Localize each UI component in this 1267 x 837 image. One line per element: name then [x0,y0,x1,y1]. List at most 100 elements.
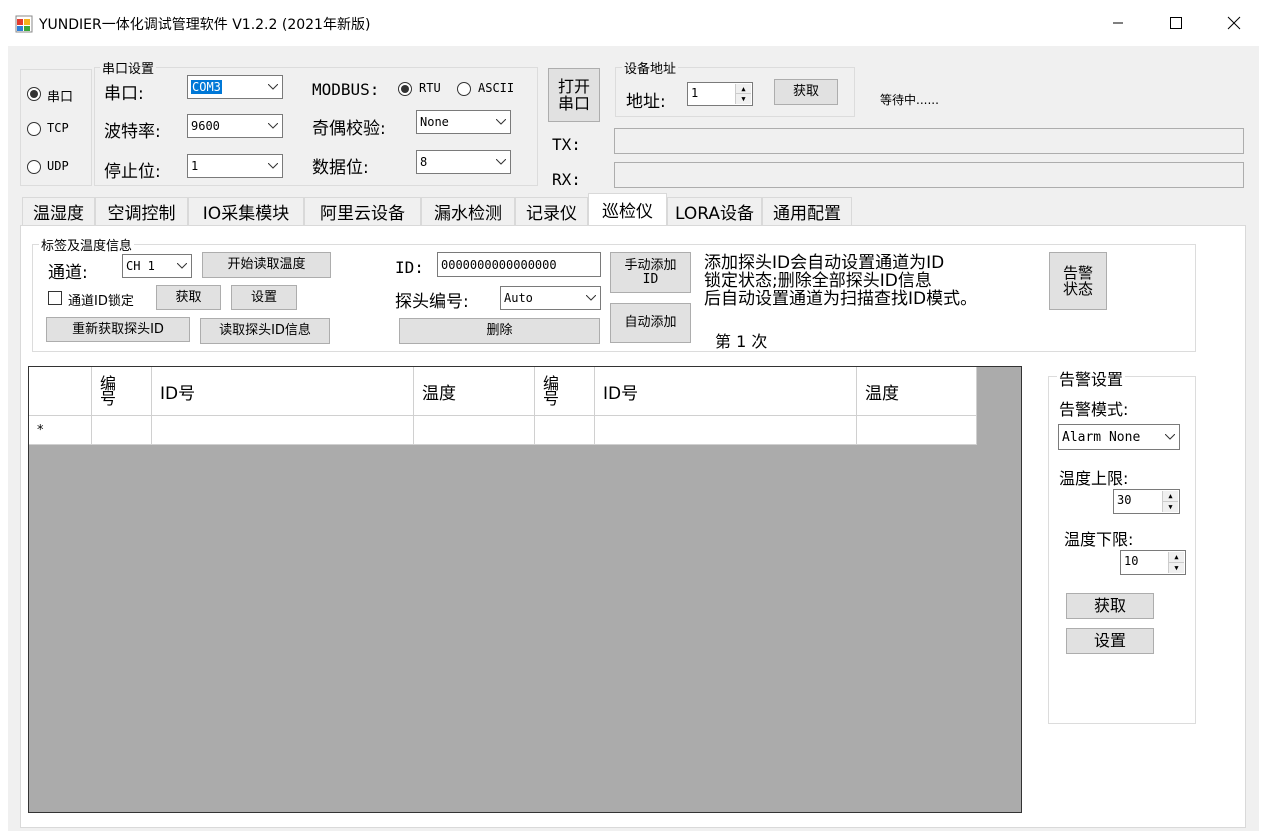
baud-label: 波特率: [104,122,161,142]
spin-down-icon[interactable]: ▼ [736,94,751,104]
manual-add-line1: 手动添加 [624,257,677,273]
app-icon [15,15,33,33]
modbus-label: MODBUS: [312,80,380,99]
tab-general-config[interactable]: 通用配置 [762,197,852,225]
new-row-cell[interactable] [535,416,595,445]
col-header-no-2[interactable]: 编号 [535,367,595,416]
id-input[interactable]: 0000000000000000 [437,252,601,277]
hint-text: 添加探头ID会自动设置通道为ID 锁定状态;删除全部探头ID信息 后自动设置通道… [704,254,977,308]
device-address-title: 设备地址 [622,58,679,77]
radio-ascii[interactable] [457,82,471,96]
reacquire-probe-id-button[interactable]: 重新获取探头ID [46,317,190,342]
tx-label: TX: [552,135,581,154]
spin-up-icon[interactable]: ▲ [736,84,751,94]
new-row-cell[interactable] [595,416,857,445]
rx-label: RX: [552,170,581,189]
new-row-cell[interactable] [152,416,414,445]
alarm-status-button[interactable]: 告警 状态 [1049,252,1107,310]
radio-serial-label: 串口 [47,90,74,105]
tag-temp-title: 标签及温度信息 [39,235,135,254]
baud-value: 9600 [191,119,220,133]
port-label: 串口: [104,84,144,104]
port-combo[interactable]: COM3 [187,75,283,99]
channel-combo[interactable]: CH 1 [122,254,192,278]
channel-get-button[interactable]: 获取 [156,285,221,310]
tab-io-module[interactable]: IO采集模块 [188,197,304,225]
alarm-settings-title: 告警设置 [1057,366,1126,390]
radio-rtu-label: RTU [419,81,441,95]
tab-recorder[interactable]: 记录仪 [515,197,588,225]
delete-button[interactable]: 删除 [399,318,600,344]
temp-upper-value: 30 [1117,493,1132,507]
open-port-button[interactable]: 打开 串口 [548,68,600,122]
tab-ac-control[interactable]: 空调控制 [95,197,188,225]
radio-udp[interactable] [27,160,41,174]
tab-leak-detection[interactable]: 漏水检测 [421,197,515,225]
manual-add-line2: ID [642,271,659,287]
radio-serial[interactable] [27,87,41,101]
manual-add-id-button[interactable]: 手动添加 ID [610,252,691,293]
radio-tcp-label: TCP [47,121,69,135]
col-header-id-1[interactable]: ID号 [152,367,414,416]
address-label: 地址: [626,92,666,112]
alarm-status-line1: 告警 [1062,264,1093,282]
alarm-mode-combo[interactable]: Alarm None [1058,424,1180,450]
baud-combo[interactable]: 9600 [187,114,283,138]
alarm-set-button[interactable]: 设置 [1066,628,1154,654]
radio-rtu[interactable] [398,82,412,96]
spin-up-icon[interactable]: ▲ [1163,491,1178,502]
tx-field[interactable] [614,128,1244,154]
temp-lower-value: 10 [1124,554,1139,568]
port-value: COM3 [191,80,222,94]
temp-upper-spinner[interactable]: 30 ▲ ▼ [1113,489,1180,514]
open-port-line1: 打开 [557,77,590,96]
spin-down-icon[interactable]: ▼ [1163,502,1178,513]
maximize-icon[interactable] [1147,0,1205,46]
address-spinner[interactable]: 1 ▲ ▼ [687,82,753,106]
temp-lower-label: 温度下限: [1064,530,1134,549]
close-icon[interactable] [1205,0,1263,46]
chevron-down-icon [173,255,191,277]
status-text: 等待中...... [880,93,939,107]
col-header-no-1[interactable]: 编号 [92,367,152,416]
new-row-cell[interactable] [92,416,152,445]
col-header-temp-1[interactable]: 温度 [414,367,535,416]
id-label: ID: [395,258,424,277]
tab-aliyun-device[interactable]: 阿里云设备 [304,197,421,225]
stopbits-combo[interactable]: 1 [187,154,283,178]
tab-temp-humidity[interactable]: 温湿度 [22,197,95,225]
address-get-button[interactable]: 获取 [774,79,838,105]
probe-no-combo[interactable]: Auto [500,286,601,310]
spin-down-icon[interactable]: ▼ [1169,563,1184,574]
read-probe-info-button[interactable]: 读取探头ID信息 [200,318,330,344]
alarm-get-button[interactable]: 获取 [1066,593,1154,619]
chevron-down-icon [492,111,510,133]
chevron-down-icon [264,155,282,177]
new-row-cell[interactable] [857,416,977,445]
minimize-icon[interactable] [1089,0,1147,46]
databits-combo[interactable]: 8 [416,150,511,174]
channel-value: CH 1 [126,259,155,273]
chevron-down-icon [1161,425,1179,449]
auto-add-button[interactable]: 自动添加 [610,303,691,343]
new-row-cell[interactable] [414,416,535,445]
open-port-line2: 串口 [557,94,590,113]
spin-up-icon[interactable]: ▲ [1169,552,1184,563]
col-header-temp-2[interactable]: 温度 [857,367,977,416]
parity-combo[interactable]: None [416,110,511,134]
tab-lora-device[interactable]: LORA设备 [667,197,762,225]
rx-field[interactable] [614,162,1244,188]
channel-set-button[interactable]: 设置 [231,285,297,310]
col-header-no-2-text: 编号 [543,374,560,408]
col-header-id-2[interactable]: ID号 [595,367,857,416]
temp-lower-spinner[interactable]: 10 ▲ ▼ [1120,550,1186,575]
databits-value: 8 [420,155,428,169]
grid-corner-cell [29,367,92,416]
start-read-temp-button[interactable]: 开始读取温度 [202,252,331,278]
alarm-mode-value: Alarm None [1062,429,1141,445]
radio-tcp[interactable] [27,122,41,136]
temp-upper-label: 温度上限: [1059,469,1129,488]
tab-patrol-instrument[interactable]: 巡检仪 [588,193,667,225]
lock-id-checkbox[interactable] [48,291,62,305]
chevron-down-icon [582,287,600,309]
